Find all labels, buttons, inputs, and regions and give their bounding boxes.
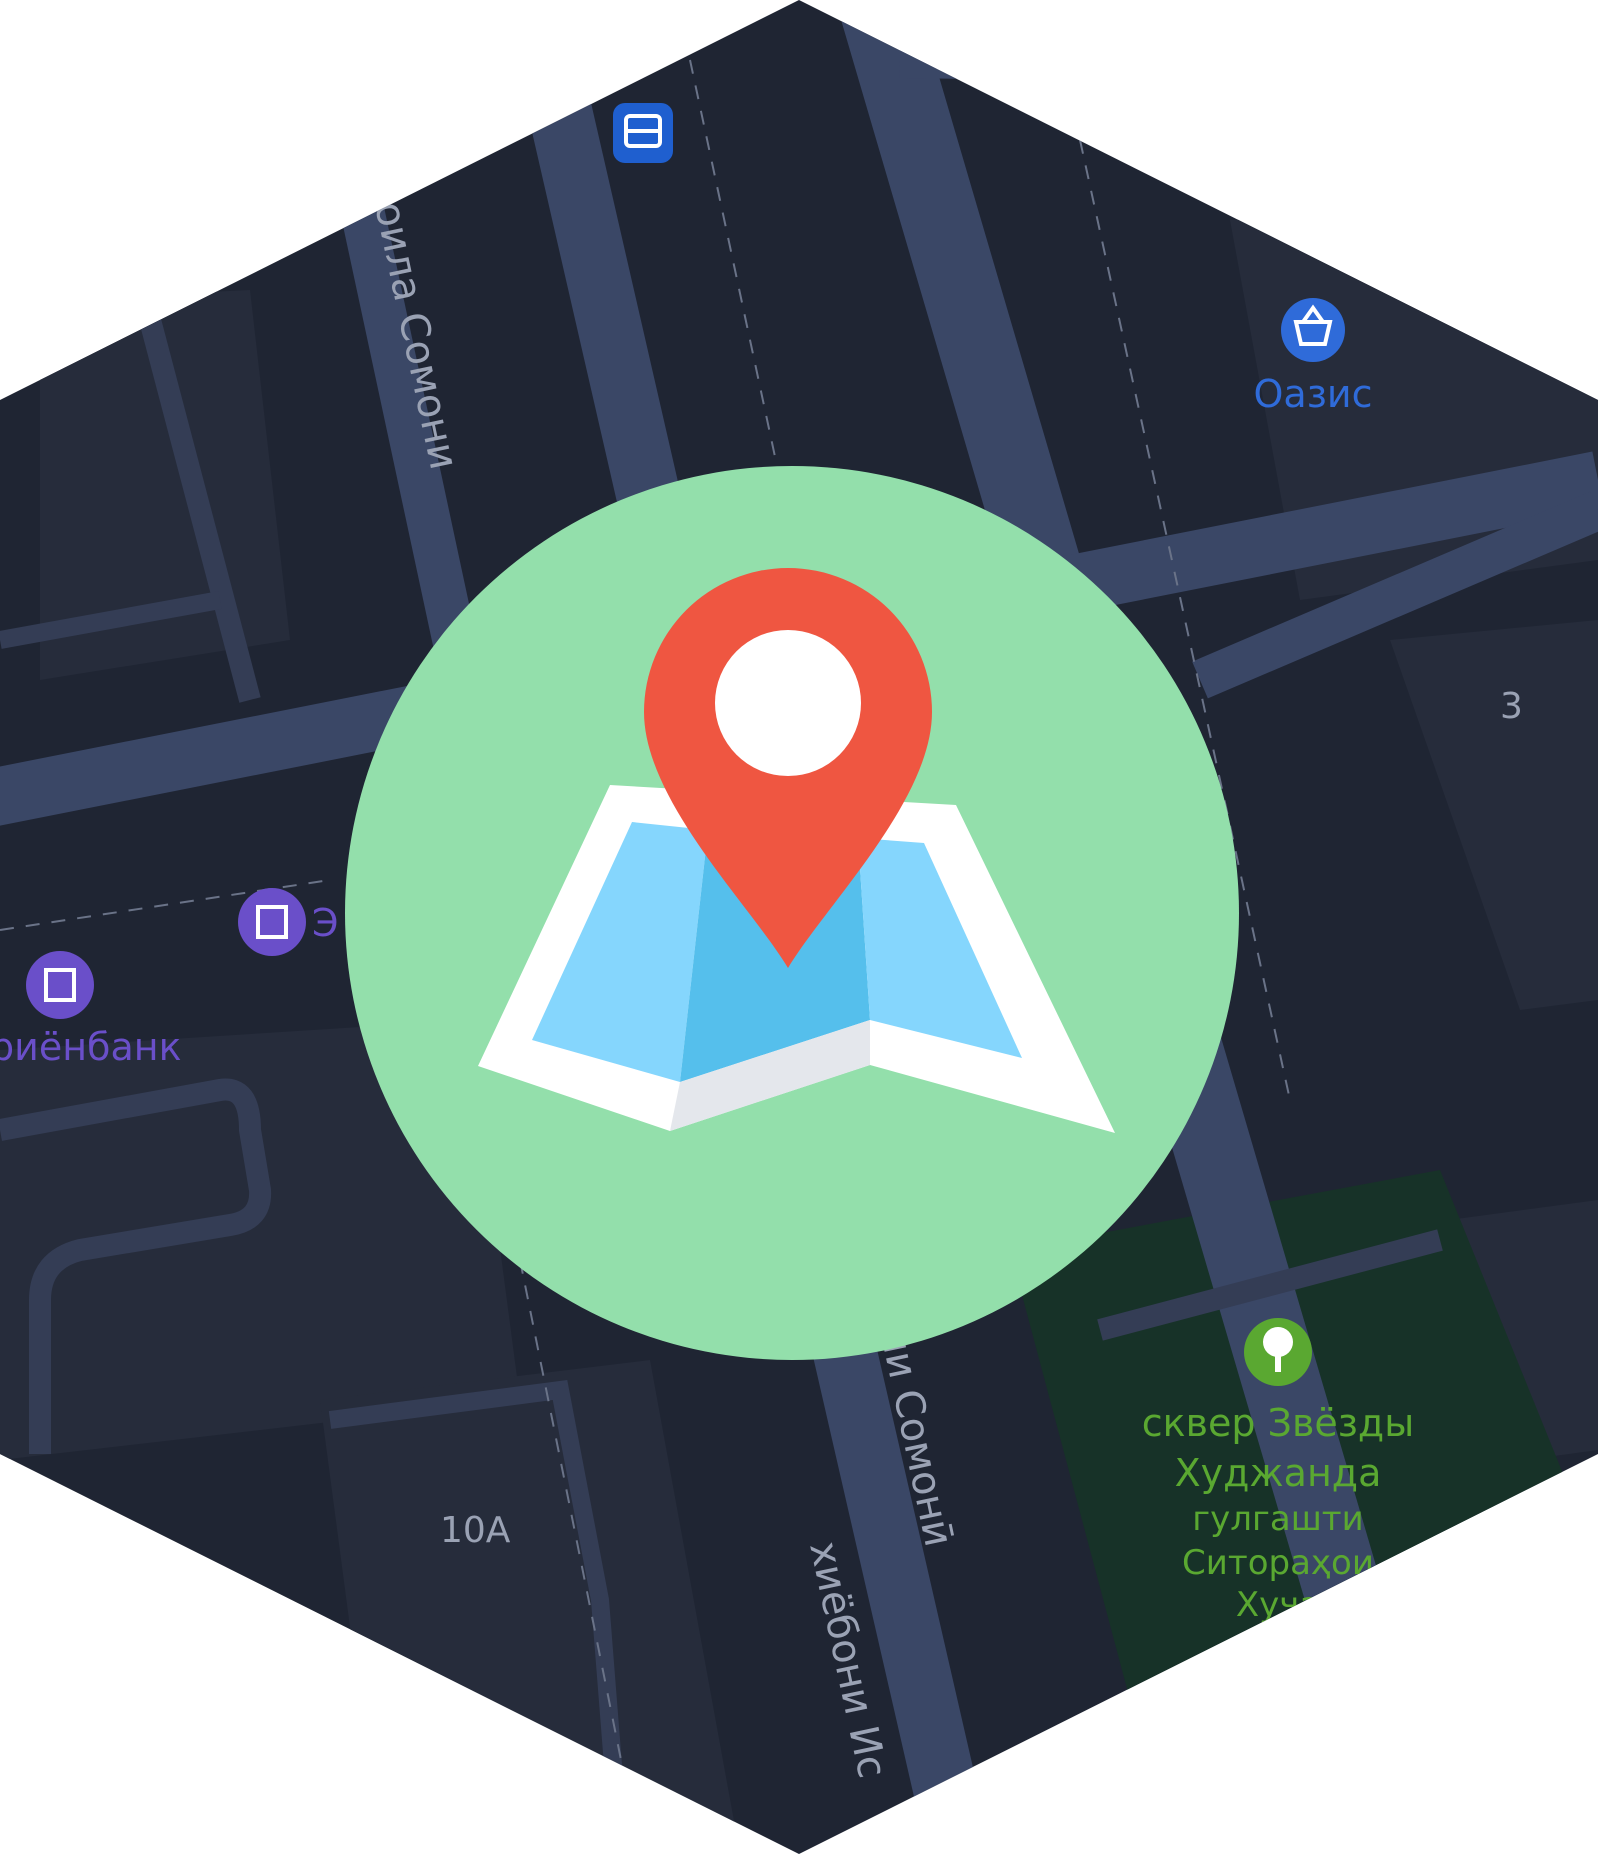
- poi-shop-label: Оазис: [1254, 372, 1373, 416]
- park-label-line2: Худжанда: [1175, 1451, 1382, 1495]
- building-number: 3: [1500, 686, 1523, 727]
- bank-icon: [238, 888, 306, 956]
- map-hexagon-badge: оила Сомони ли Сомонӣ хиёбони Ис 3 10А О…: [0, 0, 1598, 1854]
- poi-transit[interactable]: [613, 103, 673, 163]
- road: [899, 42, 1598, 88]
- poi-bank-left-label: риёнбанк: [0, 1025, 182, 1069]
- park-label-line4: Ситораҳои: [1182, 1543, 1374, 1583]
- park-label-line5: Хуҷа: [1236, 1585, 1320, 1625]
- building-number: 10А: [440, 1510, 511, 1551]
- park-label-line3: гулгашти: [1192, 1499, 1363, 1539]
- poi-bank-center-label: Э: [312, 901, 339, 945]
- park-label-line1: сквер Звёзды: [1142, 1401, 1414, 1445]
- map-pin-badge: [345, 466, 1239, 1360]
- bank-icon: [26, 951, 94, 1019]
